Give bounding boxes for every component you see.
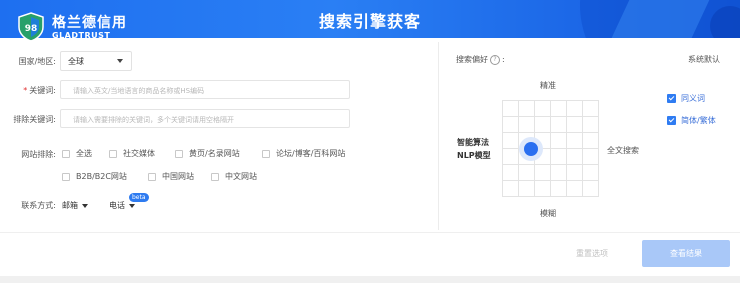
keyword-input[interactable]: 请输入英文/当地语言的商品名称或HS编码	[60, 80, 350, 99]
chevron-down-icon	[129, 203, 135, 208]
checkbox-yellow-pages[interactable]: 黄页/名录网站	[175, 148, 240, 159]
checkbox-box[interactable]	[262, 149, 270, 158]
axis-right-label: 全文搜索	[607, 146, 639, 155]
axis-bottom-label: 模糊	[540, 209, 556, 218]
keyword-label-text: 关键词:	[29, 86, 56, 95]
checkbox-china-sites[interactable]: 中国网站	[148, 171, 194, 182]
checkbox-label: 全选	[76, 149, 92, 158]
checkbox-box[interactable]	[109, 149, 117, 158]
logo-subtext: GLADTRUST	[52, 31, 111, 40]
exclude-keyword-input[interactable]: 请输入需要排除的关键词，多个关键词请用空格隔开	[60, 109, 350, 128]
chevron-down-icon	[82, 203, 88, 208]
axis-left-line2: NLP模型	[457, 151, 491, 160]
checkbox-b2b-b2c[interactable]: B2B/B2C网站	[62, 171, 127, 182]
option-synonyms[interactable]: 同义词	[667, 93, 705, 104]
checkbox-label: 论坛/博客/百科网站	[276, 149, 346, 158]
option-simplified-traditional[interactable]: 简体/繁体	[667, 115, 716, 126]
search-preference-text: 搜索偏好	[456, 55, 488, 64]
site-exclude-label: 网站排除:	[21, 150, 56, 159]
axis-left-label: 智能算法 NLP模型	[457, 136, 491, 162]
checkbox-box[interactable]	[148, 172, 156, 181]
keyword-label: * 关键词:	[4, 85, 56, 96]
bottom-bar	[0, 276, 740, 283]
axis-left-line1: 智能算法	[457, 138, 489, 147]
preference-knob[interactable]	[524, 142, 538, 156]
shield-logo-icon: 98	[18, 12, 44, 42]
checkbox-checked[interactable]	[667, 94, 676, 103]
exclude-label: 排除关键词:	[13, 115, 56, 124]
search-preference-colon: :	[502, 55, 505, 64]
search-preference-label: 搜索偏好 ? :	[456, 54, 505, 65]
logo-text: 格兰德信用	[52, 15, 127, 31]
checkbox-label: 社交媒体	[123, 149, 155, 158]
contact-label: 联系方式:	[21, 201, 56, 210]
required-mark: *	[23, 86, 28, 95]
help-icon[interactable]: ?	[490, 54, 500, 65]
view-results-button[interactable]: 查看结果	[642, 240, 730, 267]
axis-top-label: 精准	[540, 81, 556, 90]
system-default-link[interactable]: 系统默认	[688, 54, 720, 65]
checkbox-select-all[interactable]: 全选	[62, 148, 92, 159]
checkbox-checked[interactable]	[667, 116, 676, 125]
checkbox-label: 黄页/名录网站	[189, 149, 240, 158]
chevron-down-icon	[117, 59, 123, 63]
email-dropdown-label: 邮箱	[62, 201, 78, 210]
checkbox-box[interactable]	[62, 149, 70, 158]
beta-badge: beta	[129, 193, 149, 202]
vertical-divider	[438, 42, 439, 230]
checkbox-forum-blog[interactable]: 论坛/博客/百科网站	[262, 148, 345, 159]
exclude-placeholder: 请输入需要排除的关键词，多个关键词请用空格隔开	[73, 116, 234, 124]
checkbox-label: 中文网站	[225, 172, 257, 181]
checkbox-label: 中国网站	[162, 172, 194, 181]
country-select[interactable]: 全球	[60, 51, 132, 71]
checkbox-box[interactable]	[62, 172, 70, 181]
checkbox-social-media[interactable]: 社交媒体	[109, 148, 155, 159]
preference-grid[interactable]	[502, 100, 599, 197]
horizontal-divider	[0, 232, 740, 233]
brand-logo[interactable]: 98 格兰德信用 GLADTRUST	[18, 12, 138, 52]
checkbox-box[interactable]	[211, 172, 219, 181]
checkbox-label: B2B/B2C网站	[76, 172, 127, 181]
checkbox-chinese-sites[interactable]: 中文网站	[211, 171, 257, 182]
logo-badge: 98	[25, 24, 38, 34]
email-dropdown[interactable]: 邮箱	[62, 200, 88, 211]
option-label: 简体/繁体	[681, 116, 716, 125]
checkbox-box[interactable]	[175, 149, 183, 158]
keyword-placeholder: 请输入英文/当地语言的商品名称或HS编码	[73, 87, 205, 95]
reset-button[interactable]: 重置选项	[548, 240, 636, 267]
option-label: 同义词	[681, 94, 705, 103]
country-label: 国家/地区:	[18, 57, 56, 66]
country-select-value: 全球	[68, 57, 84, 66]
phone-dropdown-label: 电话	[109, 201, 125, 210]
